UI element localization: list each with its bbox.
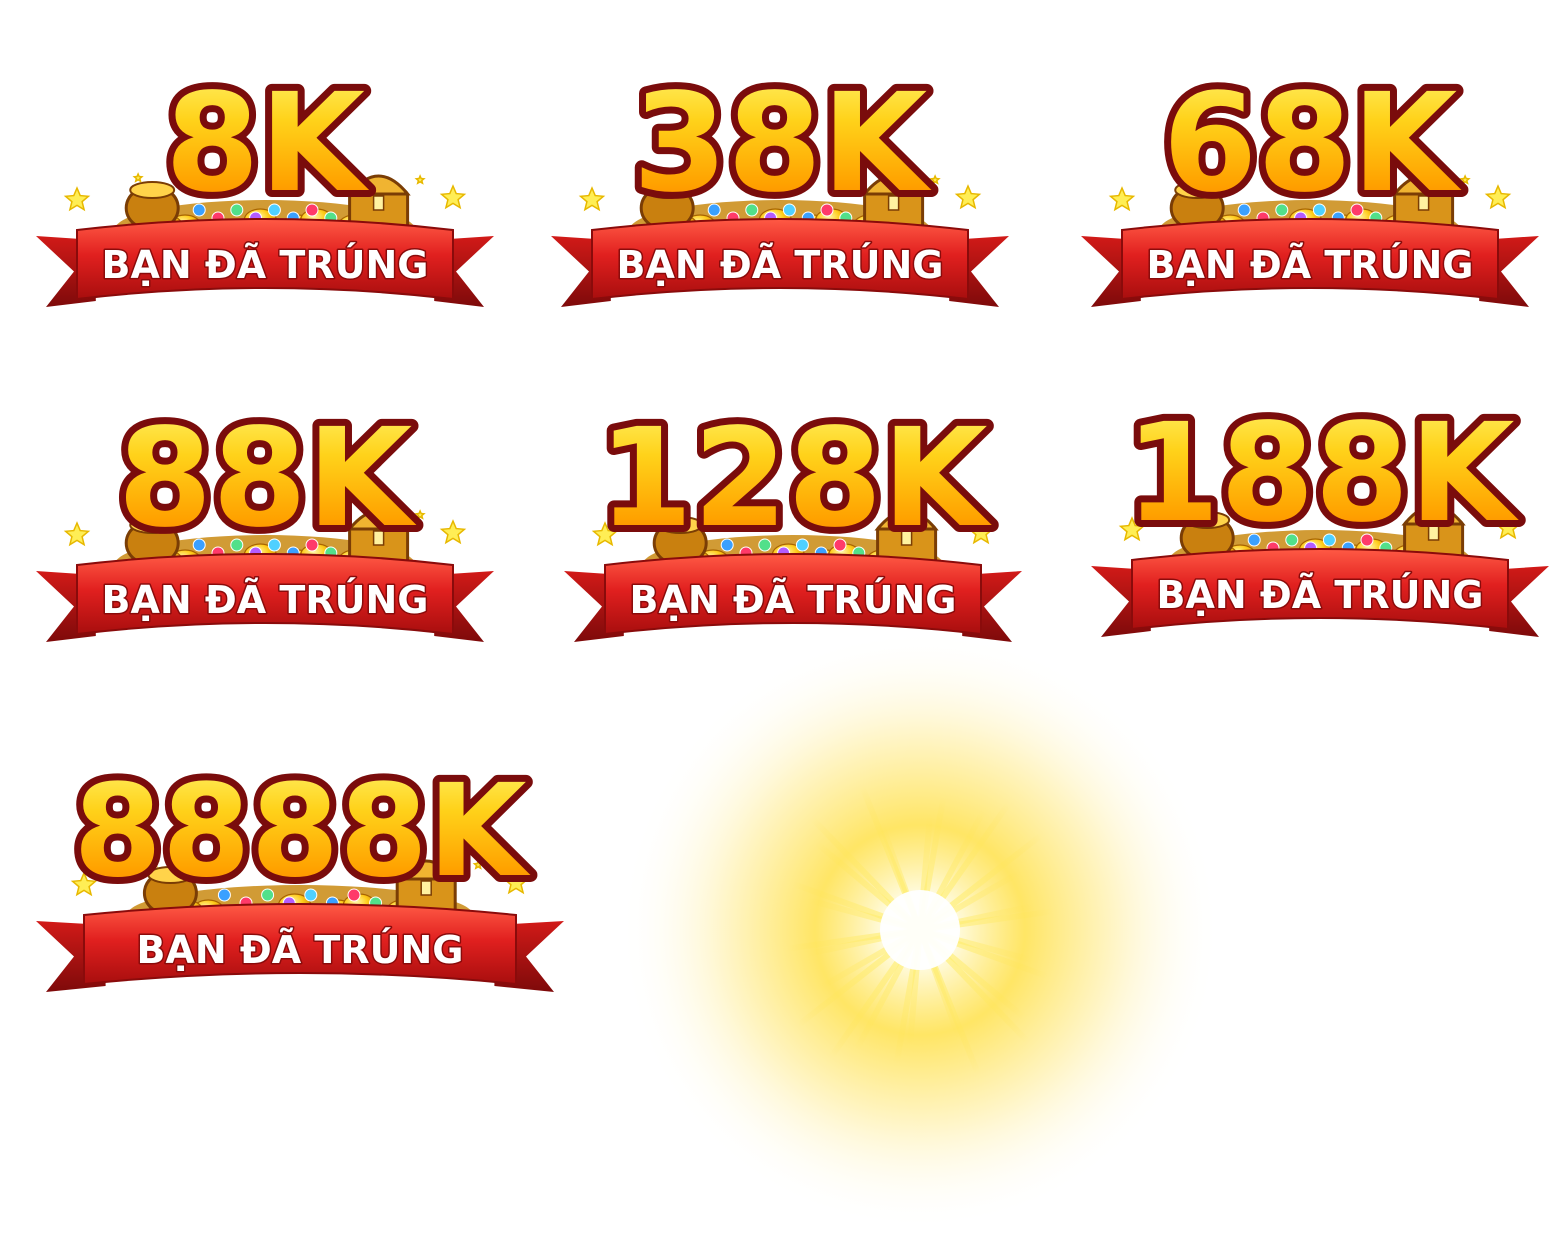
light-burst-icon bbox=[620, 630, 1220, 1230]
prize-badge: BẠN ĐÃ TRÚNG 88K bbox=[30, 375, 500, 650]
prize-badge: BẠN ĐÃ TRÚNG 38K bbox=[545, 40, 1015, 315]
prize-amount: 188K bbox=[1125, 395, 1519, 553]
prize-label: BẠN ĐÃ TRÚNG bbox=[102, 243, 429, 287]
prize-amount: 128K bbox=[598, 400, 992, 558]
prize-label: BẠN ĐÃ TRÚNG bbox=[1157, 573, 1484, 617]
star-icon bbox=[578, 186, 606, 212]
prize-label: BẠN ĐÃ TRÚNG bbox=[630, 578, 957, 622]
star-icon bbox=[1459, 174, 1471, 185]
prize-amount: 38K bbox=[633, 65, 932, 223]
star-icon bbox=[929, 174, 941, 185]
prize-label: BẠN ĐÃ TRÚNG bbox=[1147, 243, 1474, 287]
prize-label: BẠN ĐÃ TRÚNG bbox=[617, 243, 944, 287]
prize-label: BẠN ĐÃ TRÚNG bbox=[137, 928, 464, 972]
prize-badge: BẠN ĐÃ TRÚNG 188K bbox=[1085, 370, 1555, 645]
prize-badge: BẠN ĐÃ TRÚNG 68K bbox=[1075, 40, 1545, 315]
prize-badge: BẠN ĐÃ TRÚNG 128K bbox=[558, 375, 1028, 650]
star-icon bbox=[63, 521, 91, 547]
prize-label: BẠN ĐÃ TRÚNG bbox=[102, 578, 429, 622]
star-icon bbox=[439, 519, 467, 545]
prize-badge: BẠN ĐÃ TRÚNG 8888K bbox=[30, 725, 570, 1010]
prize-amount: 68K bbox=[1163, 65, 1462, 223]
star-icon bbox=[132, 172, 144, 183]
prize-badge: BẠN ĐÃ TRÚNG 8K bbox=[30, 40, 500, 315]
prize-amount: 8K bbox=[165, 65, 370, 223]
star-icon bbox=[63, 186, 91, 212]
prize-amount: 8888K bbox=[73, 758, 531, 906]
star-icon bbox=[414, 509, 426, 520]
star-icon bbox=[439, 184, 467, 210]
star-icon bbox=[1484, 184, 1512, 210]
star-icon bbox=[1108, 186, 1136, 212]
star-icon bbox=[954, 184, 982, 210]
prize-amount: 88K bbox=[118, 400, 417, 558]
star-icon bbox=[414, 174, 426, 185]
